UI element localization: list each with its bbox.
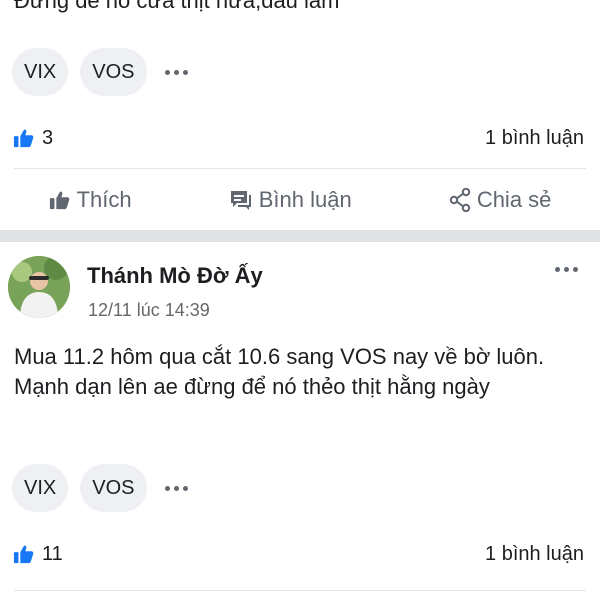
post-separator [0, 230, 600, 242]
comment-count[interactable]: 1 bình luận [485, 543, 584, 566]
like-button[interactable]: Thích [49, 176, 132, 224]
tag-vos[interactable]: VOS [80, 464, 147, 512]
share-icon [449, 188, 471, 212]
post-stats: 3 1 bình luận [12, 126, 584, 150]
thumbs-up-icon [12, 542, 36, 566]
post-tags: VIX VOS [12, 48, 188, 96]
post-tags: VIX VOS [12, 464, 188, 512]
comment-count[interactable]: 1 bình luận [485, 127, 584, 150]
post-options-button[interactable] [555, 267, 578, 272]
thumbs-up-icon [12, 126, 36, 150]
tag-vix[interactable]: VIX [12, 464, 69, 512]
divider [14, 590, 586, 591]
like-count-value: 11 [42, 542, 63, 565]
post-stats: 11 1 bình luận [12, 542, 584, 566]
tag-vos[interactable]: VOS [80, 48, 147, 96]
comment-icon [229, 189, 253, 211]
thumbs-up-icon [49, 189, 71, 211]
author-name[interactable]: Thánh Mò Đờ Ấy [87, 263, 263, 289]
share-button-label: Chia sẻ [476, 187, 552, 212]
comment-button-label: Bình luận [258, 187, 352, 212]
tag-vix[interactable]: VIX [12, 48, 69, 96]
post-text: Mua 11.2 hôm qua cắt 10.6 sang VOS nay v… [14, 344, 545, 399]
share-button[interactable]: Chia sẻ [449, 176, 552, 224]
post-text: Đừng để nó cửa thịt nữa,đau lắm [14, 0, 340, 13]
like-count-value: 3 [42, 126, 54, 149]
comment-button[interactable]: Bình luận [229, 176, 352, 224]
post-actions: Thích Bình luận Chia sẻ [0, 176, 600, 224]
post-timestamp[interactable]: 12/11 lúc 14:39 [88, 300, 210, 321]
like-button-label: Thích [76, 187, 132, 212]
like-count[interactable]: 11 [12, 542, 63, 566]
divider [14, 168, 586, 169]
like-count[interactable]: 3 [12, 126, 53, 150]
more-tags-button[interactable] [164, 464, 188, 512]
more-tags-button[interactable] [164, 48, 188, 96]
avatar[interactable] [8, 256, 70, 318]
